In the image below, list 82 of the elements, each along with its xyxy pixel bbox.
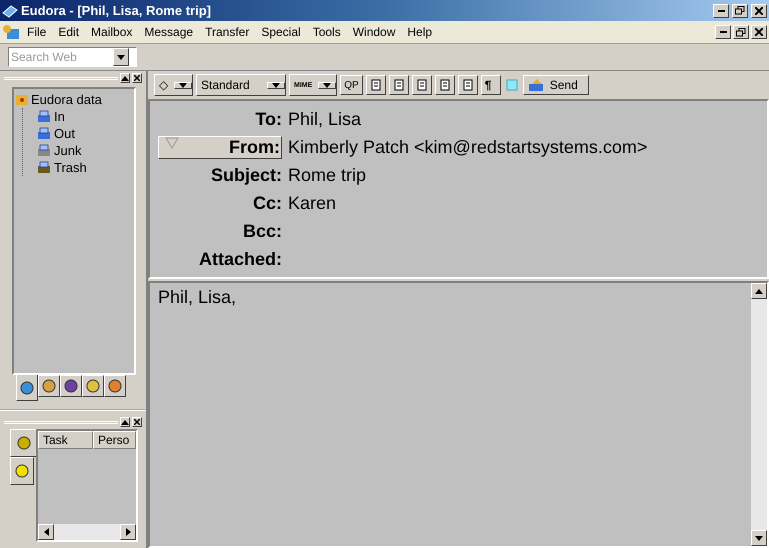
from-button[interactable]: From: [158,136,282,158]
trash-can-icon [37,160,51,174]
header-value[interactable]: Phil, Lisa [288,108,767,130]
pane-close-button[interactable] [132,417,142,427]
app-menu-icon[interactable] [2,24,20,40]
toolbar-button[interactable] [366,75,386,95]
toolbar-button[interactable] [412,75,432,95]
toolbar-button[interactable] [458,75,478,95]
restore-icon [736,28,746,36]
up-arrow-icon [121,420,129,424]
minimize-icon [718,10,724,12]
scroll-right-button[interactable] [120,524,136,540]
right-arrow-icon [126,528,130,536]
down-arrow-icon [323,82,332,88]
outbox-tray-icon [37,126,51,140]
down-arrow-icon [117,54,125,60]
scroll-left-button[interactable] [38,524,54,540]
restore-button[interactable] [733,25,749,39]
header-label: Subject: [210,164,282,186]
pane-tab[interactable] [16,375,38,401]
up-arrow-icon [121,76,129,80]
header-label: Attached: [198,248,282,270]
column-header[interactable]: Perso [93,431,136,449]
menu-item[interactable]: Mailbox [86,23,138,41]
menu-item[interactable]: Special [256,23,306,41]
close-icon [134,419,140,425]
header-label: To: [255,108,282,130]
toolbar-button[interactable] [434,75,455,95]
menu-item[interactable]: Help [402,23,438,41]
junk-tray-icon [37,144,51,158]
menu-item[interactable]: Message [139,23,198,41]
minimize-icon [720,31,726,33]
restore-button[interactable] [732,4,748,18]
header-value[interactable]: Karen [288,192,767,214]
header-label: Bcc: [242,220,282,242]
toolbar-button[interactable] [388,75,409,95]
paragraph-button[interactable]: ¶ [480,75,501,95]
inbox-tray-icon [37,110,51,124]
pane-maximize-button[interactable] [120,417,130,427]
mailbox-tree-item[interactable]: Junk [37,142,82,159]
send-button[interactable]: Send [522,75,589,95]
app-icon [2,4,18,18]
pane-close-button[interactable] [132,73,142,83]
search-combo-box[interactable]: Search Web [8,47,137,67]
document-icon [392,79,405,91]
close-icon [755,6,763,14]
close-icon [755,28,763,36]
mailbox-tree-item[interactable]: Eudora data [16,91,102,108]
mailbox-tree-item[interactable]: Trash [37,159,87,176]
restore-icon [735,6,745,15]
mailbox-tree-item[interactable]: Out [37,125,75,142]
menu-item[interactable]: File [22,23,52,41]
menu-item[interactable]: Transfer [200,23,254,41]
dropdown-button[interactable] [113,48,129,66]
close-icon [134,75,140,81]
send-icon [528,78,546,92]
pane-maximize-button[interactable] [120,73,130,83]
triangle-icon [165,136,179,148]
close-button[interactable] [751,4,767,18]
header-value[interactable]: Rome trip [288,164,767,186]
down-arrow-icon [179,82,187,88]
up-arrow-icon [755,288,763,294]
menu-item[interactable]: Tools [308,23,346,41]
window-title: Eudora - [Phil, Lisa, Rome trip] [21,3,211,18]
header-value[interactable]: Kimberly Patch <kim@redstartsystems.com> [288,136,767,158]
minimize-button[interactable] [715,25,731,39]
column-header[interactable]: Task [38,431,93,449]
folder-icon [16,94,28,105]
menu-item[interactable]: Window [348,23,400,41]
minimize-button[interactable] [713,4,729,18]
down-arrow-icon [755,536,763,540]
menu-item[interactable]: Edit [53,23,84,41]
close-button[interactable] [751,25,767,39]
scroll-up-button[interactable] [751,283,767,299]
quoted-printable-button[interactable]: QP [340,75,363,95]
format-dropdown[interactable]: Standard [196,74,286,96]
mailbox-tree-item[interactable]: In [37,108,65,125]
scroll-down-button[interactable] [751,530,767,546]
header-label: Cc: [252,192,282,214]
priority-dropdown[interactable]: ◇ [154,74,193,96]
down-arrow-icon [272,82,280,88]
left-arrow-icon [44,528,48,536]
